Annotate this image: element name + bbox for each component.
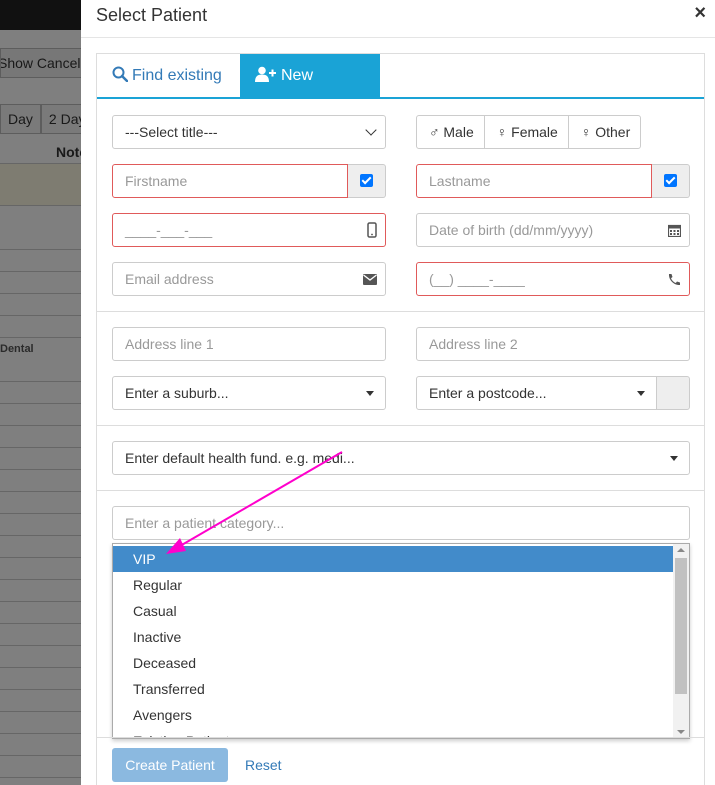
- gender-female-button[interactable]: ♀ Female: [483, 115, 569, 149]
- suburb-select[interactable]: Enter a suburb...: [112, 376, 386, 410]
- chevron-down-icon: [365, 124, 377, 136]
- male-icon: ♂: [429, 124, 440, 140]
- firstname-input[interactable]: Firstname: [112, 164, 348, 198]
- phone-input[interactable]: (__) ____-____: [416, 262, 690, 296]
- address1-placeholder: Address line 1: [125, 336, 214, 352]
- title-select-value: ---Select title---: [125, 124, 218, 140]
- background-app: Show Cancelled Day 2 Days Notes Dental: [0, 0, 81, 785]
- address-line-2-input[interactable]: Address line 2: [416, 327, 690, 361]
- gender-female-label: Female: [511, 124, 558, 140]
- modal-title: Select Patient: [96, 5, 208, 25]
- phone-placeholder: (__) ____-____: [429, 271, 525, 287]
- category-option-deceased[interactable]: Deceased: [113, 650, 673, 676]
- postcode-placeholder: Enter a postcode...: [429, 385, 547, 401]
- search-icon: [112, 66, 129, 83]
- female-icon: ♀: [496, 124, 508, 140]
- caret-down-icon: [637, 391, 645, 396]
- gender-button-group: ♂ Male ♀ Female ♀ Other: [416, 115, 642, 149]
- address-line-1-input[interactable]: Address line 1: [112, 327, 386, 361]
- section-divider: [97, 490, 704, 491]
- close-button[interactable]: ×: [694, 2, 706, 25]
- lastname-checkbox[interactable]: [652, 164, 690, 198]
- gender-male-label: Male: [443, 124, 474, 140]
- section-divider: [97, 425, 704, 426]
- gender-other-label: Other: [595, 124, 631, 140]
- reset-link[interactable]: Reset: [245, 748, 282, 782]
- create-patient-button[interactable]: Create Patient: [112, 748, 228, 782]
- category-option-regular[interactable]: Regular: [113, 572, 673, 598]
- address2-placeholder: Address line 2: [429, 336, 518, 352]
- firstname-placeholder: Firstname: [125, 173, 188, 189]
- scrollbar-thumb[interactable]: [675, 558, 687, 694]
- category-option-avengers[interactable]: Avengers: [113, 702, 673, 728]
- category-option-transferred[interactable]: Transferred: [113, 676, 673, 702]
- lastname-input[interactable]: Lastname: [416, 164, 652, 198]
- lastname-placeholder: Lastname: [429, 173, 491, 189]
- tab-find-existing-label: Find existing: [132, 67, 222, 84]
- patient-panel: Find existing New patient ---Select titl…: [96, 53, 705, 785]
- select-patient-modal: Select Patient × Find existing New patie…: [81, 0, 715, 785]
- patient-tabs: Find existing New patient: [97, 54, 704, 128]
- calendar-icon: [667, 214, 682, 246]
- health-fund-select[interactable]: Enter default health fund. e.g. medi...: [112, 441, 690, 475]
- mobile-placeholder: ____-___-___: [125, 222, 213, 238]
- title-select[interactable]: ---Select title---: [112, 115, 386, 149]
- envelope-icon: [363, 263, 377, 295]
- tab-find-existing[interactable]: Find existing: [97, 54, 240, 98]
- postcode-addon: [656, 376, 690, 410]
- other-gender-icon: ♀: [580, 124, 592, 140]
- gender-male-button[interactable]: ♂ Male: [416, 115, 485, 149]
- modal-header: Select Patient ×: [81, 0, 715, 38]
- category-option-casual[interactable]: Casual: [113, 598, 673, 624]
- scroll-up-icon[interactable]: [677, 548, 685, 552]
- postcode-select[interactable]: Enter a postcode...: [416, 376, 657, 410]
- health-fund-placeholder: Enter default health fund. e.g. medi...: [125, 450, 355, 466]
- section-divider: [97, 311, 704, 312]
- mobile-input[interactable]: ____-___-___: [112, 213, 386, 247]
- dropdown-scrollbar[interactable]: [673, 544, 689, 738]
- phone-icon: [668, 263, 681, 295]
- modal-backdrop[interactable]: [0, 0, 81, 785]
- date-of-birth-input[interactable]: Date of birth (dd/mm/yyyy): [416, 213, 690, 247]
- tab-new-patient[interactable]: New patient: [240, 54, 380, 128]
- patient-category-dropdown: VIP Regular Casual Inactive Deceased Tra…: [112, 543, 690, 739]
- scroll-down-icon[interactable]: [677, 730, 685, 734]
- email-input[interactable]: Email address: [112, 262, 386, 296]
- email-placeholder: Email address: [125, 271, 214, 287]
- caret-down-icon: [670, 456, 678, 461]
- footer-divider: [97, 737, 704, 738]
- dob-placeholder: Date of birth (dd/mm/yyyy): [429, 222, 594, 238]
- category-placeholder: Enter a patient category...: [125, 515, 285, 531]
- checkbox-checked-icon: [360, 174, 373, 187]
- user-plus-icon: [255, 66, 276, 82]
- category-option-inactive[interactable]: Inactive: [113, 624, 673, 650]
- mobile-phone-icon: [367, 214, 377, 246]
- suburb-placeholder: Enter a suburb...: [125, 385, 229, 401]
- firstname-checkbox[interactable]: [348, 164, 386, 198]
- caret-down-icon: [366, 391, 374, 396]
- patient-category-input[interactable]: Enter a patient category...: [112, 506, 690, 540]
- category-option-vip[interactable]: VIP: [113, 546, 673, 572]
- checkbox-checked-icon: [664, 174, 677, 187]
- gender-other-button[interactable]: ♀ Other: [567, 115, 642, 149]
